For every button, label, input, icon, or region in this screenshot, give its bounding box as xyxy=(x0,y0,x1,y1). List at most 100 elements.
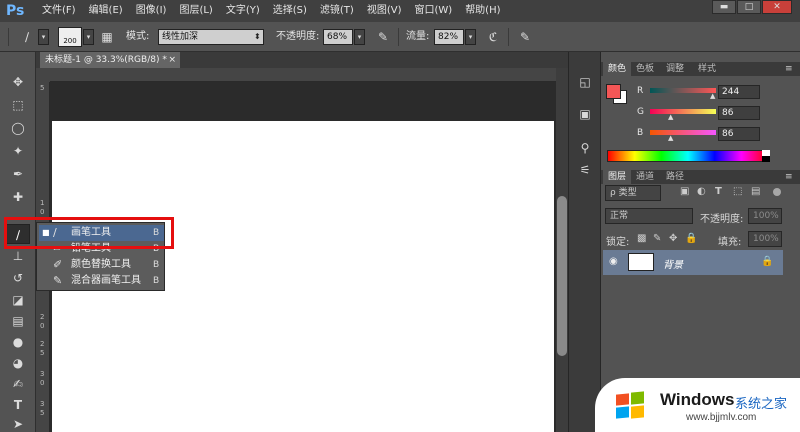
flyout-item-mixer-brush[interactable]: ✎ 混合器画笔工具 B xyxy=(39,273,164,289)
layer-opacity-label: 不透明度: xyxy=(700,214,744,225)
clone-stamp-icon[interactable]: ⊥ xyxy=(6,246,30,266)
panel-menu-icon[interactable]: ≡ xyxy=(785,62,793,76)
healing-brush-icon[interactable]: ✚ xyxy=(6,187,30,207)
panel-menu-icon[interactable]: ≡ xyxy=(785,170,793,184)
opacity-arrow[interactable]: ▾ xyxy=(354,29,365,45)
foreground-color-swatch[interactable] xyxy=(606,84,621,99)
tab-close-icon[interactable]: × xyxy=(168,52,176,68)
watermark-brand-cn: 系统之家 xyxy=(735,397,788,412)
menu-view[interactable]: 视图(V) xyxy=(367,0,402,22)
filter-toggle-icon[interactable] xyxy=(773,188,781,196)
green-slider-handle[interactable]: ▲ xyxy=(668,113,673,121)
close-button[interactable]: ✕ xyxy=(762,0,792,14)
preset-dropdown-arrow[interactable]: ▾ xyxy=(38,29,49,45)
tab-color[interactable]: 颜色 xyxy=(603,62,632,76)
pressure-size-icon[interactable]: ✎ xyxy=(516,29,534,45)
flow-arrow[interactable]: ▾ xyxy=(465,29,476,45)
history-brush-icon[interactable]: ↺ xyxy=(6,268,30,288)
menu-window[interactable]: 窗口(W) xyxy=(414,0,452,22)
filter-adjust-icon[interactable]: ◐ xyxy=(697,186,706,197)
pen-tool-icon[interactable]: ✍ xyxy=(6,374,30,394)
flow-input[interactable]: 82% xyxy=(434,29,464,45)
brush-size-picker[interactable]: 200 xyxy=(58,27,82,47)
menu-select[interactable]: 选择(S) xyxy=(273,0,307,22)
brush-panel-icon[interactable]: ⚲ xyxy=(576,140,594,156)
gradient-tool-icon[interactable]: ▤ xyxy=(6,311,30,331)
lock-position-icon[interactable]: ✥ xyxy=(669,233,677,244)
menu-image[interactable]: 图像(I) xyxy=(136,0,167,22)
menu-help[interactable]: 帮助(H) xyxy=(465,0,500,22)
blue-value-input[interactable]: 86 xyxy=(718,127,760,141)
color-spectrum-bar[interactable] xyxy=(607,150,769,162)
pressure-opacity-icon[interactable]: ✎ xyxy=(374,29,392,45)
spectrum-black[interactable] xyxy=(762,156,770,162)
options-bar: ∕ ▾ 200 ▾ ▦ 模式: 线性加深 ⬍ 不透明度: 68% ▾ ✎ 流量:… xyxy=(0,22,800,52)
blue-slider[interactable] xyxy=(650,130,716,135)
shortcut-key: B xyxy=(153,260,160,270)
scrollbar-thumb[interactable] xyxy=(557,196,567,356)
brush-panel-icon[interactable]: ▦ xyxy=(98,29,116,45)
options-grip xyxy=(8,28,9,46)
lock-pixels-icon[interactable]: ✎ xyxy=(653,233,661,244)
tab-swatches[interactable]: 色板 xyxy=(631,62,659,76)
red-label: R xyxy=(637,86,644,96)
eyedropper-icon[interactable]: ✒ xyxy=(6,164,30,184)
menu-filter[interactable]: 滤镜(T) xyxy=(320,0,354,22)
opacity-input[interactable]: 68% xyxy=(323,29,353,45)
menu-items: 文件(F) 编辑(E) 图像(I) 图层(L) 文字(Y) 选择(S) 滤镜(T… xyxy=(42,0,514,22)
red-slider-handle[interactable]: ▲ xyxy=(710,92,715,100)
lasso-tool-icon[interactable]: ◯ xyxy=(6,118,30,138)
lock-all-icon[interactable]: 🔒 xyxy=(685,233,697,244)
green-slider[interactable] xyxy=(650,109,716,114)
filter-pixel-icon[interactable]: ▣ xyxy=(680,186,689,197)
eraser-icon[interactable]: ◪ xyxy=(6,290,30,310)
options-separator-2 xyxy=(508,28,509,46)
history-panel-icon[interactable]: ◱ xyxy=(576,74,594,90)
lock-transparent-icon[interactable]: ▩ xyxy=(637,233,646,244)
minimize-button[interactable]: ▬ xyxy=(712,0,736,14)
blend-mode-select[interactable]: 正常 xyxy=(605,208,693,224)
brush-size-arrow[interactable]: ▾ xyxy=(83,29,94,45)
green-value-input[interactable]: 86 xyxy=(718,106,760,120)
tab-styles[interactable]: 样式 xyxy=(693,62,721,76)
filter-shape-icon[interactable]: ⬚ xyxy=(733,186,742,197)
adjust-panel-icon[interactable]: ⚟ xyxy=(576,162,594,178)
mixer-brush-icon: ✎ xyxy=(53,274,63,287)
maximize-button[interactable]: □ xyxy=(737,0,761,14)
mode-select[interactable]: 线性加深 xyxy=(158,29,264,45)
red-slider[interactable] xyxy=(650,88,716,93)
menu-edit[interactable]: 编辑(E) xyxy=(89,0,123,22)
flyout-item-color-replace[interactable]: ✐ 颜色替换工具 B xyxy=(39,257,164,273)
layer-opacity-input[interactable]: 100% xyxy=(748,208,782,224)
tab-channels[interactable]: 通道 xyxy=(631,170,659,184)
layer-filter-select[interactable]: ρ 类型 xyxy=(605,185,661,201)
airbrush-icon[interactable]: ℭ xyxy=(484,29,502,45)
document-tab[interactable]: 未标题-1 @ 33.3%(RGB/8) * × xyxy=(40,52,180,68)
marquee-tool-icon[interactable]: ⬚ xyxy=(6,95,30,115)
magic-wand-icon[interactable]: ✦ xyxy=(6,141,30,161)
tab-adjustments[interactable]: 调整 xyxy=(661,62,689,76)
tab-layers[interactable]: 图层 xyxy=(603,170,632,184)
layer-visibility-eye-icon[interactable]: ◉ xyxy=(609,256,618,267)
path-select-icon[interactable]: ➤ xyxy=(6,414,30,432)
menu-layer[interactable]: 图层(L) xyxy=(179,0,212,22)
move-tool-icon[interactable]: ✥ xyxy=(6,72,30,92)
ruler-mark: 5 xyxy=(40,409,45,417)
blur-tool-icon[interactable]: ● xyxy=(6,332,30,352)
layers-panel-header: 图层 通道 路径 ≡ xyxy=(601,170,800,184)
filter-smart-icon[interactable]: ▤ xyxy=(751,186,760,197)
brush-preset-icon[interactable]: ∕ xyxy=(18,29,36,45)
filter-type-icon[interactable]: T xyxy=(715,186,722,197)
red-value-input[interactable]: 244 xyxy=(718,85,760,99)
ruler-corner xyxy=(36,68,50,82)
blue-label: B xyxy=(637,128,644,138)
blue-slider-handle[interactable]: ▲ xyxy=(668,134,673,142)
menu-file[interactable]: 文件(F) xyxy=(42,0,76,22)
type-tool-icon[interactable]: T xyxy=(6,395,30,415)
properties-panel-icon[interactable]: ▣ xyxy=(576,106,594,122)
tab-paths[interactable]: 路径 xyxy=(661,170,689,184)
ruler-mark: 2 xyxy=(40,313,45,321)
fill-input[interactable]: 100% xyxy=(748,231,782,247)
dodge-tool-icon[interactable]: ◕ xyxy=(6,353,30,373)
menu-type[interactable]: 文字(Y) xyxy=(226,0,260,22)
